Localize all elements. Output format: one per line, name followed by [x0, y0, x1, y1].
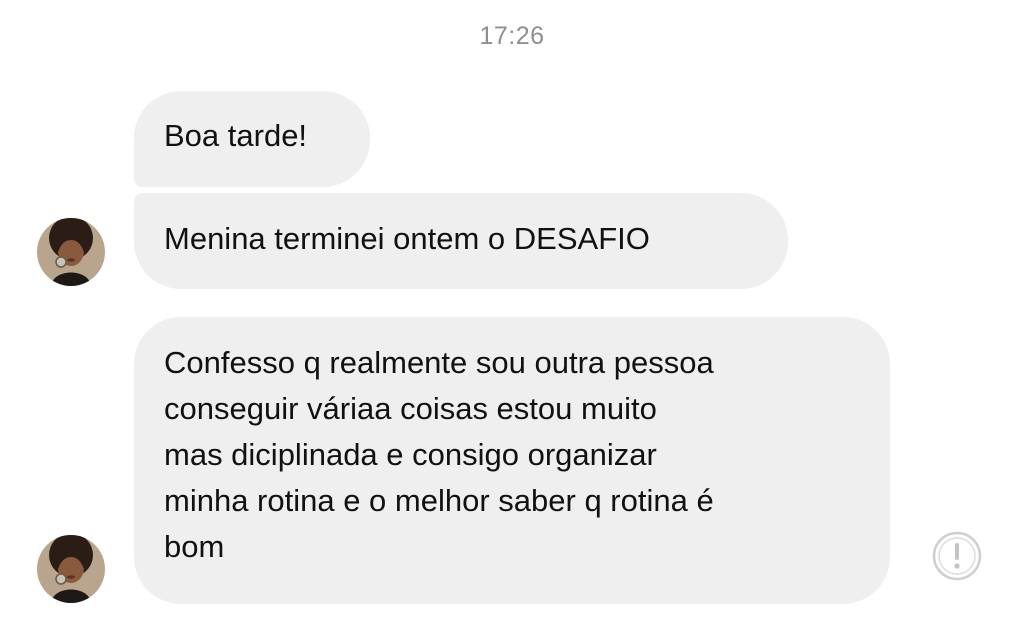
message-timestamp: 17:26 — [479, 22, 545, 50]
message-text-line: conseguir váriaa coisas estou muito — [164, 391, 657, 426]
sender-avatar[interactable] — [37, 218, 105, 286]
message-text: Boa tarde! — [164, 118, 308, 153]
message-bubble[interactable]: Menina terminei ontem o DESAFIO — [134, 193, 788, 289]
message-text-line: Confesso q realmente sou outra pessoa — [164, 345, 714, 380]
message-text-line: minha rotina e o melhor saber q rotina é — [164, 483, 714, 518]
user-avatar-icon — [37, 218, 105, 286]
message-text-line: bom — [164, 529, 225, 564]
message-bubble[interactable]: Boa tarde! — [134, 91, 370, 187]
message-text: Menina terminei ontem o DESAFIO — [164, 221, 650, 256]
chat-thread: 17:26 Boa tarde! Menina terminei ontem o… — [0, 0, 1024, 622]
exclamation-circle-icon[interactable] — [931, 530, 983, 582]
message-text-line: mas diciplinada e consigo organizar — [164, 437, 657, 472]
user-avatar-icon — [37, 535, 105, 603]
message-bubble[interactable]: Confesso q realmente sou outra pessoa co… — [134, 317, 890, 604]
sender-avatar[interactable] — [37, 535, 105, 603]
